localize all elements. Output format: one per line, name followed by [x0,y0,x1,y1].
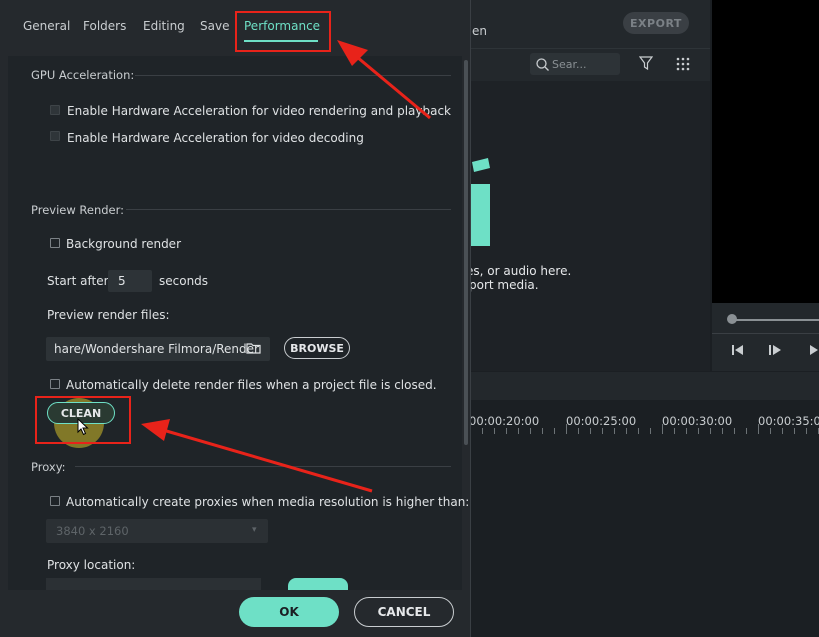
step-back-icon[interactable] [731,344,745,356]
timeline-tick [686,428,687,434]
playback-scrubber-handle[interactable] [727,314,737,324]
timeline-tick [554,428,555,434]
timeline-tick [698,428,699,434]
media-search-input[interactable]: Sear... [530,53,620,75]
divider [126,209,451,210]
timeline-tick [782,428,783,434]
auto-delete-checkbox[interactable] [50,379,60,389]
divider [75,466,451,467]
timeline-tick [806,428,807,434]
search-placeholder: Sear... [552,57,587,71]
proxy-section-title: Proxy: [31,460,66,474]
timeline-tick [650,428,651,434]
gpu-section-title: GPU Acceleration: [31,68,135,82]
grid-view-icon[interactable] [676,57,690,71]
render-path-field[interactable]: hare/Wondershare Filmora/Render [46,337,270,361]
timeline-tick [482,428,483,434]
render-files-label: Preview render files: [47,308,170,322]
timeline-tick [530,428,531,434]
step-forward-icon[interactable] [808,344,819,356]
background-render-label: Background render [66,237,181,251]
search-icon [536,57,549,71]
timecode-label: 00:00:25:00 [566,414,637,428]
timeline-tick [602,428,603,434]
start-after-label: Start after [47,274,109,288]
timeline-tick [794,428,795,434]
media-library-area[interactable] [470,81,710,371]
timeline-tick [506,428,507,434]
timeline-tick [566,424,567,434]
timecode-label: 00:00:30:00 [662,414,733,428]
preview-render-title: Preview Render: [31,203,125,217]
divider [712,333,819,334]
play-icon[interactable] [768,344,782,356]
hw-accel-render-label: Enable Hardware Acceleration for video r… [67,104,452,118]
timeline-tick [746,428,747,434]
filter-icon[interactable] [639,56,653,70]
tab-save[interactable]: Save [200,19,229,33]
timeline-tick [578,428,579,434]
background-render-checkbox[interactable] [50,238,60,248]
settings-scrollbar[interactable] [464,60,468,445]
preview-player [712,0,819,303]
ok-button[interactable]: OK [239,597,339,627]
folder-icon[interactable] [246,342,261,354]
app-tab-partial[interactable]: en [472,24,487,38]
timeline-toolbar [470,372,819,400]
hw-accel-render-checkbox[interactable] [50,105,60,115]
export-button[interactable]: EXPORT [623,12,689,34]
import-hint-line1: es, or audio here. [466,264,572,278]
performance-tab-highlight [235,11,331,52]
seconds-label: seconds [159,274,209,288]
timeline-tick [722,428,723,434]
chevron-down-icon: ▾ [252,525,257,535]
timeline-tick [758,424,759,434]
proxy-resolution-select[interactable]: 3840 x 2160 [46,519,268,543]
auto-proxy-label: Automatically create proxies when media … [66,495,470,509]
playback-scrubber-track[interactable] [733,319,819,321]
timeline-tick [662,424,663,434]
tab-general[interactable]: General [23,19,70,33]
timeline-tick [710,428,711,434]
timeline-tick [542,428,543,434]
timeline-tick [734,428,735,434]
hw-accel-decode-checkbox[interactable] [50,131,60,141]
tab-editing[interactable]: Editing [143,19,185,33]
timeline-tick [494,428,495,434]
auto-proxy-checkbox[interactable] [50,496,60,506]
timecode-label: 00:00:20:00 [469,414,540,428]
proxy-location-label: Proxy location: [47,558,136,572]
import-hint-line2: port media. [469,278,539,292]
timeline-tick [614,428,615,434]
player-controls [712,303,819,371]
timeline-tick [590,428,591,434]
hw-accel-decode-label: Enable Hardware Acceleration for video d… [67,131,364,145]
timeline-tick [518,428,519,434]
timecode-label: 00:00:35:00 [758,414,819,428]
browse-button[interactable]: BROWSE [284,337,350,359]
start-after-input[interactable]: 5 [108,270,152,292]
timeline-tick [674,428,675,434]
timeline-tick [626,428,627,434]
clean-button-highlight [35,396,131,444]
timeline-tick [770,428,771,434]
proxy-location-field[interactable] [46,578,261,590]
tab-folders[interactable]: Folders [83,19,126,33]
proxy-browse-button[interactable] [288,578,348,590]
divider [135,75,451,76]
import-hint-text: es, or audio here. port media. [466,264,571,292]
cancel-button[interactable]: CANCEL [354,597,454,627]
auto-delete-label: Automatically delete render files when a… [66,378,437,392]
timeline-tick [638,428,639,434]
